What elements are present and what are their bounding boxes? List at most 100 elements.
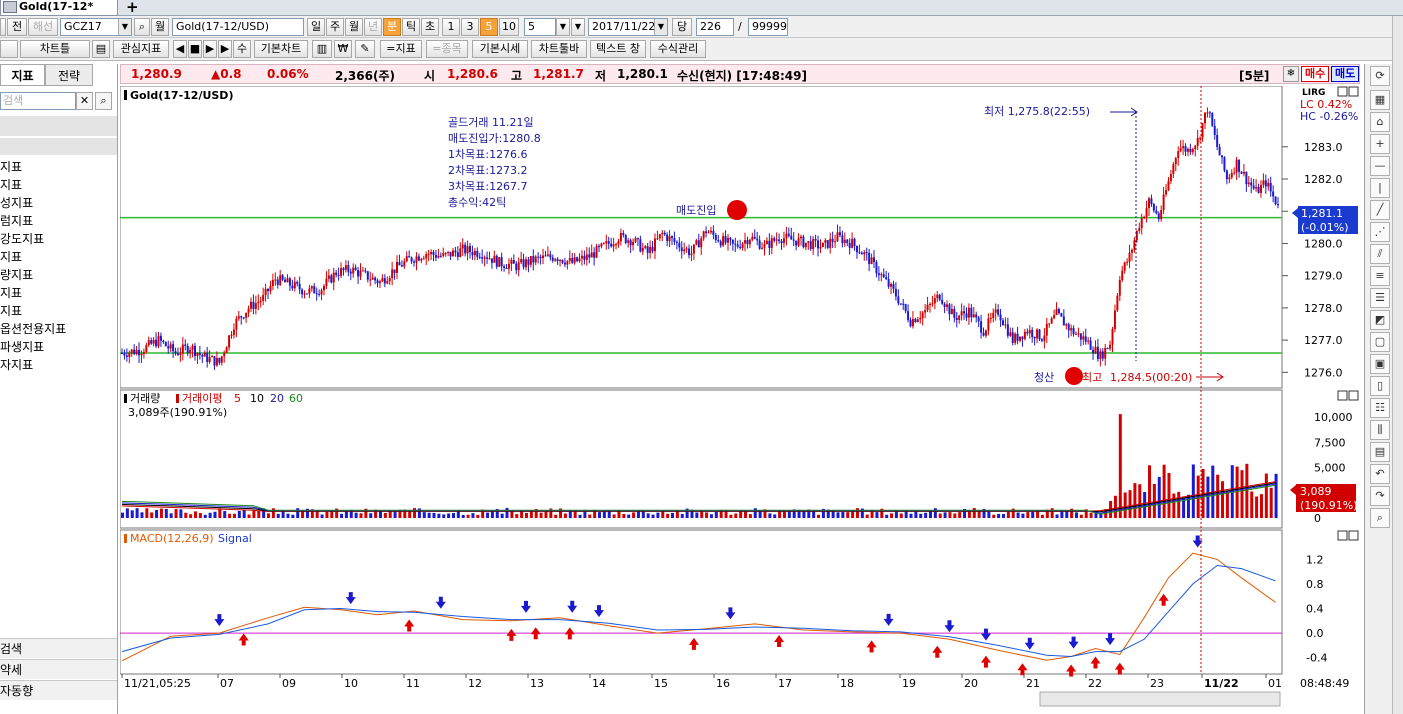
tab-indicator[interactable]: 지표 — [0, 64, 45, 86]
chevron-down-icon[interactable]: ▼ — [571, 18, 585, 36]
settings-gear-icon[interactable]: ❄ — [1283, 66, 1299, 82]
buy-button[interactable]: 매수 — [1301, 66, 1330, 82]
zoom-icon[interactable]: ⌕ — [1370, 508, 1390, 528]
currency-button[interactable]: ₩ — [334, 40, 352, 58]
grid-icon[interactable]: ▦ — [1370, 90, 1390, 110]
search-icon[interactable]: ⌕ — [95, 92, 112, 110]
close-icon[interactable] — [1348, 530, 1359, 541]
period-minute-button[interactable]: 분 — [383, 18, 401, 36]
horizontal-line-icon[interactable]: — — [1370, 156, 1390, 176]
panel-maximize-icon[interactable] — [1337, 86, 1348, 97]
box-icon[interactable]: ▢ — [1370, 332, 1390, 352]
period-week-button[interactable]: 주 — [326, 18, 344, 36]
text-tool-icon[interactable]: ▣ — [1370, 354, 1390, 374]
period-day-button[interactable]: 일 — [307, 18, 325, 36]
chart-toolbar-button[interactable]: 차트툴바 — [531, 40, 587, 58]
interval-10-button[interactable]: 10 — [499, 18, 519, 36]
search-icon[interactable]: ⌕ — [134, 18, 150, 36]
basic-quote-button[interactable]: 기본시세 — [472, 40, 528, 58]
cycle-icon[interactable]: ☰ — [1370, 288, 1390, 308]
wrench-icon[interactable]: ✎ — [355, 40, 375, 58]
panel-maximize-icon[interactable] — [1337, 530, 1348, 541]
chevron-down-icon[interactable]: ▼ — [118, 19, 131, 35]
indicator-group-item[interactable]: 지표 — [0, 176, 22, 194]
panel-bottom-item[interactable]: 검색 — [0, 638, 117, 658]
indicator-group-item[interactable]: 지표 — [0, 158, 22, 176]
redo-icon[interactable]: ↷ — [1370, 486, 1390, 506]
document-tab[interactable]: Gold(17-12* — [0, 0, 118, 16]
count-input[interactable]: 226 — [696, 18, 734, 36]
new-tab-button[interactable]: + — [126, 0, 139, 16]
crosshair-icon[interactable]: + — [1370, 134, 1390, 154]
arrow-right-icon[interactable]: ▶ — [203, 40, 217, 58]
date-picker[interactable]: 2017/11/22 ▼ — [588, 18, 668, 36]
indicator-group-item[interactable]: 럼지표 — [0, 212, 33, 230]
indicator-group-item[interactable]: 지표 — [0, 248, 22, 266]
auto-trend-icon[interactable]: ⋰ — [1370, 222, 1390, 242]
period-tick-button[interactable]: 틱 — [402, 18, 420, 36]
sell-button[interactable]: 매도 — [1331, 66, 1360, 82]
add-indicator-button[interactable]: =지표 — [380, 40, 422, 58]
number-button[interactable]: 수 — [233, 40, 251, 58]
chart-area[interactable]: 1276.01277.01278.01279.01280.01281.01282… — [119, 85, 1360, 714]
formula-manage-button[interactable]: 수식관리 — [650, 40, 706, 58]
panel-maximize-icon[interactable] — [1337, 390, 1348, 401]
arrow-left-icon[interactable]: ◀ — [173, 40, 187, 58]
trend-line-icon[interactable]: ╱ — [1370, 200, 1390, 220]
fibonacci-icon[interactable]: ≡ — [1370, 266, 1390, 286]
lines-icon[interactable]: ☷ — [1370, 398, 1390, 418]
watch-indicator-button[interactable]: 관심지표 — [113, 40, 169, 58]
chart-canvas[interactable]: 1276.01277.01278.01279.01280.01281.01282… — [119, 85, 1360, 714]
current-button[interactable]: 당 — [672, 18, 692, 36]
indicator-group-item[interactable]: 량지표 — [0, 266, 33, 284]
indicator-group-item[interactable]: 파생지표 — [0, 338, 44, 356]
indicator-icon[interactable]: ▥ — [312, 40, 332, 58]
max-count-input[interactable]: 99999 — [748, 18, 788, 36]
indicator-group-item[interactable]: 강도지표 — [0, 230, 44, 248]
period-month-button[interactable]: 월 — [345, 18, 363, 36]
stop-icon[interactable]: ■ — [188, 40, 202, 58]
indicator-group-item[interactable]: 지표 — [0, 284, 22, 302]
close-icon[interactable] — [1348, 86, 1359, 97]
period-second-button[interactable]: 초 — [421, 18, 439, 36]
symbol-code-input[interactable]: GCZ17 ▼ — [60, 18, 132, 36]
save-icon[interactable]: ▤ — [92, 40, 110, 58]
gann-icon[interactable]: ◩ — [1370, 310, 1390, 330]
home-icon[interactable]: ⌂ — [1370, 112, 1390, 132]
basic-chart-button[interactable]: 기본차트 — [254, 40, 308, 58]
tab-strategy[interactable]: 전략 — [45, 64, 93, 86]
table-icon[interactable]: ▤ — [1370, 442, 1390, 462]
interval-3-button[interactable]: 3 — [461, 18, 479, 36]
panel-bottom-item[interactable]: 자동향 — [0, 680, 117, 700]
indicator-group-item[interactable]: 성지표 — [0, 194, 33, 212]
panel-bottom-item[interactable]: 약세 — [0, 659, 117, 679]
toolbar-btn-0[interactable]: 전 — [7, 18, 27, 36]
undo-icon[interactable]: ↶ — [1370, 464, 1390, 484]
indicator-search-input[interactable]: 검색 — [0, 92, 76, 110]
toolbar-btn-2[interactable]: 월 — [151, 18, 169, 36]
clear-search-icon[interactable]: ✕ — [76, 92, 93, 110]
vertical-line-icon[interactable]: | — [1370, 178, 1390, 198]
indicator-group-item[interactable]: 옵션전용지표 — [0, 320, 66, 338]
window-scrollbar[interactable] — [1392, 16, 1403, 714]
columns-icon[interactable]: ⫼ — [1370, 420, 1390, 440]
interval-1-button[interactable]: 1 — [442, 18, 460, 36]
channel-icon[interactable]: ⫽ — [1370, 244, 1390, 264]
scroll-right-icon[interactable]: ▶ — [218, 40, 232, 58]
toolbar-btn-1[interactable]: 해선 — [28, 18, 58, 36]
chevron-down-icon[interactable]: ▼ — [654, 19, 667, 35]
chart-frame-button[interactable]: 차트틀 — [20, 40, 90, 58]
chevron-down-icon[interactable]: ▼ — [556, 18, 570, 36]
chart-scrollbar[interactable] — [1039, 691, 1281, 707]
text-window-button[interactable]: 텍스트 창 — [590, 40, 646, 58]
indicator-group-item[interactable]: 지표 — [0, 302, 22, 320]
close-icon[interactable] — [1348, 390, 1359, 401]
add-symbol-button[interactable]: =종목 — [426, 40, 468, 58]
refresh-icon[interactable]: ⟳ — [1370, 66, 1390, 86]
indicator-group-item[interactable]: 자지표 — [0, 356, 33, 374]
period-year-button[interactable]: 년 — [364, 18, 382, 36]
interval-select[interactable]: 5 — [524, 18, 556, 36]
time-axis-label: 20 — [964, 677, 978, 690]
interval-5-button[interactable]: 5 — [480, 18, 498, 36]
bars-icon[interactable]: ▯ — [1370, 376, 1390, 396]
